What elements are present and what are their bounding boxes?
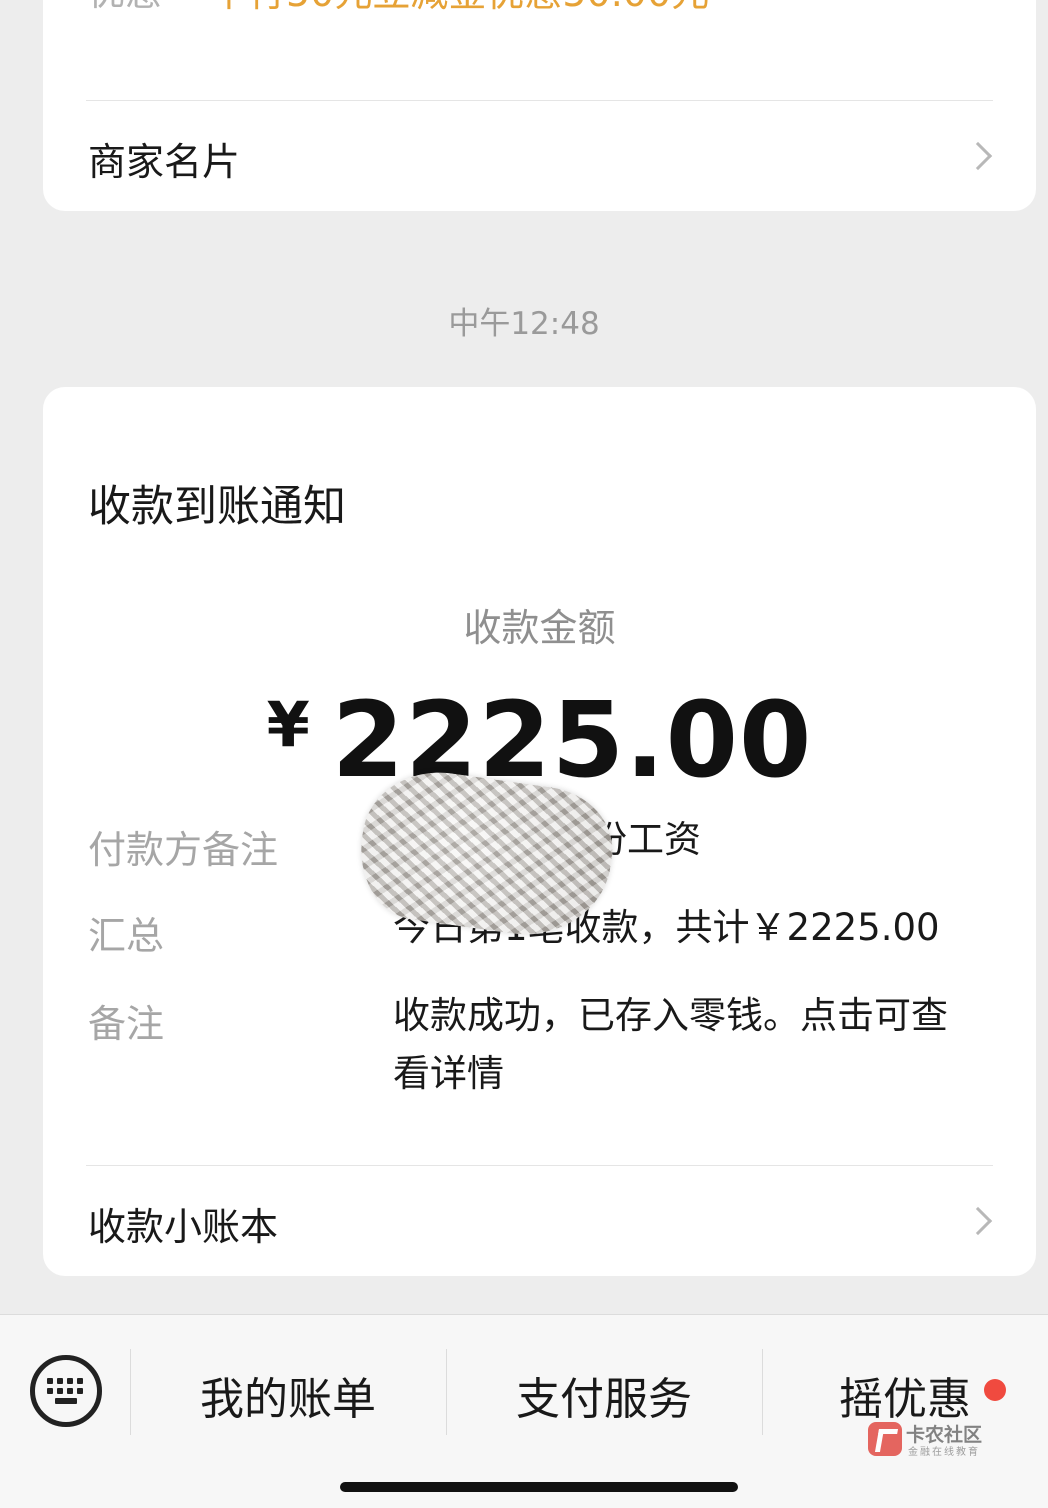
payment-notification-card[interactable]: 收款到账通知 收款金额 ¥2225.00 付款方备注 月份工资 汇总 今日第1笔… [43,387,1036,1276]
watermark: 卡农社区 金融在线教育 [868,1420,998,1460]
remark-value: 收款成功，已存入零钱。点击可查看详情 [393,994,948,1095]
message-timestamp: 中午12:48 [448,306,600,342]
currency-symbol: ¥ [266,688,310,761]
summary-label: 汇总 [88,914,165,958]
payer-note-value: 月份工资 [553,818,701,861]
menu-my-bills[interactable]: 我的账单 [130,1363,446,1427]
top-message-card: 优惠 中行50元立减金优惠50.00元 商家名片 [43,0,1036,211]
watermark-subtitle: 金融在线教育 [908,1447,980,1458]
chevron-right-icon [963,1206,993,1236]
notification-title: 收款到账通知 [88,482,346,532]
receipt-ledger-label: 收款小账本 [88,1205,279,1249]
home-indicator[interactable] [340,1482,738,1492]
amount-display: ¥2225.00 [43,679,1036,801]
discount-label: 优惠 [88,0,162,16]
payer-note-label: 付款方备注 [88,828,279,872]
keyboard-icon[interactable] [30,1355,102,1427]
discount-value: 中行50元立减金优惠50.00元 [210,0,709,17]
receipt-ledger-link[interactable]: 收款小账本 [43,1166,1036,1276]
menu-payment-services[interactable]: 支付服务 [446,1363,762,1427]
chevron-right-icon [963,141,993,171]
menu-shake-deals[interactable]: 摇优惠 [762,1363,1048,1427]
amount-label: 收款金额 [463,606,616,650]
merchant-card-label: 商家名片 [88,140,241,184]
bottom-menu-bar: 我的账单 支付服务 摇优惠 [0,1314,1048,1508]
notification-dot [984,1379,1006,1401]
remark-label: 备注 [88,1002,165,1046]
watermark-logo-icon [868,1422,902,1456]
merchant-card-link[interactable]: 商家名片 [43,101,1036,211]
